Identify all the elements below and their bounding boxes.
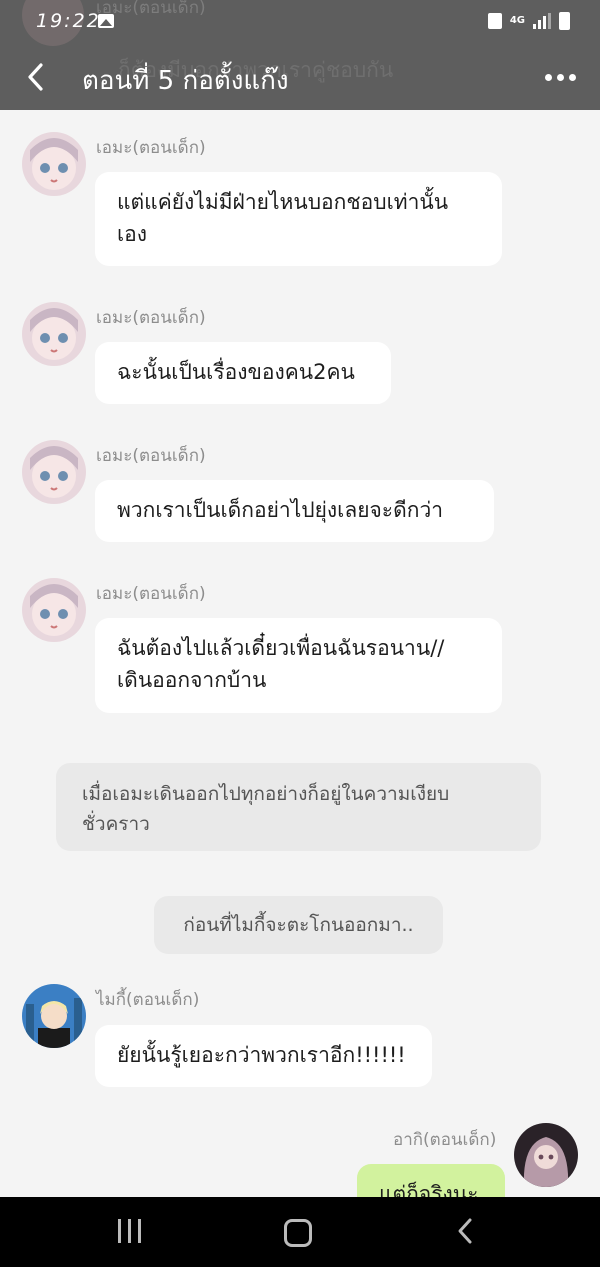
sender-name: เอมะ(ตอนเด็ก) [96,308,206,328]
narration-line: ชั่วคราว [82,813,150,835]
sender-name: ไมกี้(ตอนเด็ก) [96,990,200,1010]
message-bubble[interactable]: ฉันต้องไปแล้วเดี๋ยวเพื่อนฉันรอนาน// เดิน… [95,618,502,713]
message-line: แต่ก็จริงนะ [379,1182,479,1197]
sender-name: เอมะ(ตอนเด็ก) [96,584,206,604]
narration-box: เมื่อเอมะเดินออกไปทุกอย่างก็อยู่ในความเง… [56,763,541,851]
message-line: ฉะนั้นเป็นเรื่องของคน2คน [117,360,355,384]
message-bubble[interactable]: แต่แค่ยังไม่มีฝ่ายไหนบอกชอบเท่านั้น เอง [95,172,502,266]
message-bubble[interactable]: ฉะนั้นเป็นเรื่องของคน2คน [95,342,391,404]
recent-apps-button[interactable] [118,1219,141,1243]
gallery-icon [98,14,114,28]
ema-avatar-icon [22,302,86,366]
page-title: ตอนที่ 5 ก่อตั้งแก๊ง [82,66,289,96]
avatar-mikey[interactable] [22,984,86,1048]
narration-line: เมื่อเอมะเดินออกไปทุกอย่างก็อยู่ในความเง… [82,783,450,805]
avatar-aki[interactable] [514,1123,578,1187]
ema-avatar-icon [22,578,86,642]
system-navigation-bar [0,1197,600,1267]
avatar-ema[interactable] [22,132,86,196]
status-icons: 4G [487,12,570,30]
status-time: 19:22 [36,10,101,32]
message-line: ฉันต้องไปแล้วเดี๋ยวเพื่อนฉันรอนาน// [117,636,445,660]
back-arrow-icon [458,1218,472,1244]
ema-avatar-icon [22,440,86,504]
signal-icon [533,13,551,29]
ema-avatar-icon [22,132,86,196]
message-line: พวกเราเป็นเด็กอย่าไปยุ่งเลยจะดีกว่า [117,498,444,522]
message-bubble[interactable]: ยัยนั้นรู้เยอะกว่าพวกเราอีก!!!!!! [95,1025,432,1087]
mikey-avatar-icon [22,984,86,1048]
sender-name: อากิ(ตอนเด็ก) [393,1130,497,1150]
self-message-bubble[interactable]: แต่ก็จริงนะ [357,1164,505,1197]
chevron-left-icon [28,63,43,91]
data-saver-icon [487,13,502,29]
message-line: แต่แค่ยังไม่มีฝ่ายไหนบอกชอบเท่านั้น [117,190,449,214]
avatar-ema[interactable] [22,440,86,504]
home-button[interactable] [284,1219,312,1247]
message-bubble[interactable]: พวกเราเป็นเด็กอย่าไปยุ่งเลยจะดีกว่า [95,480,494,542]
aki-avatar-icon [514,1123,578,1187]
sender-name: เอมะ(ตอนเด็ก) [96,138,206,158]
more-options-button[interactable] [545,62,576,92]
narration-box: ก่อนที่ไมกี้จะตะโกนออกมา.. [154,896,443,954]
system-back-button[interactable] [455,1217,475,1249]
message-line: ยัยนั้นรู้เยอะกว่าพวกเราอีก!!!!!! [117,1043,406,1067]
sender-name: เอมะ(ตอนเด็ก) [96,446,206,466]
battery-icon [559,12,570,30]
narration-line: ก่อนที่ไมกี้จะตะโกนออกมา.. [183,914,414,936]
message-line: เดินออกจากบ้าน [117,668,267,692]
back-button[interactable] [18,60,52,94]
avatar-ema[interactable] [22,578,86,642]
message-line: เอง [117,222,148,246]
avatar-ema[interactable] [22,302,86,366]
network-type: 4G [509,15,525,26]
chat-area[interactable]: เอมะ(ตอนเด็ก) แต่แค่ยังไม่มีฝ่ายไหนบอกชอ… [0,110,600,1197]
chat-header: เอมะ(ตอนเด็ก) ก็ต้องมีบอกว่าพวกเราคู่ชอบ… [0,0,600,110]
